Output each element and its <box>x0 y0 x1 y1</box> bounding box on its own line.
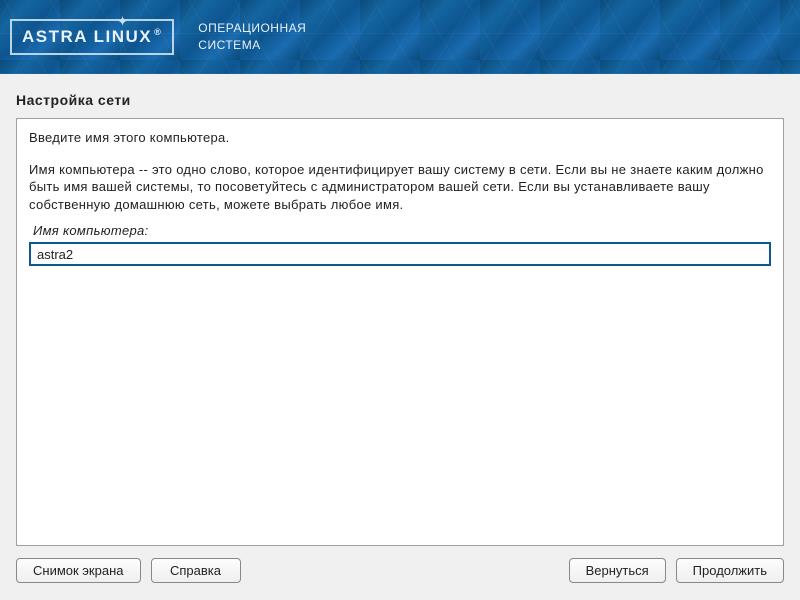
header-subtitle: ОПЕРАЦИОННАЯ СИСТЕМА <box>198 20 306 54</box>
right-buttons: Вернуться Продолжить <box>569 558 784 583</box>
logo-text: ASTRA LINUX® <box>22 27 162 46</box>
page-title: Настройка сети <box>16 86 784 118</box>
instruction-text-1: Введите имя этого компьютера. <box>29 129 771 147</box>
left-buttons: Снимок экрана Справка <box>16 558 241 583</box>
logo: ✦ ASTRA LINUX® <box>10 19 174 55</box>
instruction-text-2: Имя компьютера -- это одно слово, которо… <box>29 161 771 214</box>
star-icon: ✦ <box>117 13 129 30</box>
main-panel: Введите имя этого компьютера. Имя компью… <box>16 118 784 546</box>
screenshot-button[interactable]: Снимок экрана <box>16 558 141 583</box>
header-banner: ✦ ASTRA LINUX® ОПЕРАЦИОННАЯ СИСТЕМА <box>0 0 800 74</box>
content-area: Настройка сети Введите имя этого компьют… <box>0 74 800 546</box>
continue-button[interactable]: Продолжить <box>676 558 784 583</box>
back-button[interactable]: Вернуться <box>569 558 666 583</box>
help-button[interactable]: Справка <box>151 558 241 583</box>
button-bar: Снимок экрана Справка Вернуться Продолжи… <box>0 546 800 595</box>
hostname-label: Имя компьютера: <box>33 223 771 238</box>
hostname-input[interactable] <box>29 242 771 266</box>
